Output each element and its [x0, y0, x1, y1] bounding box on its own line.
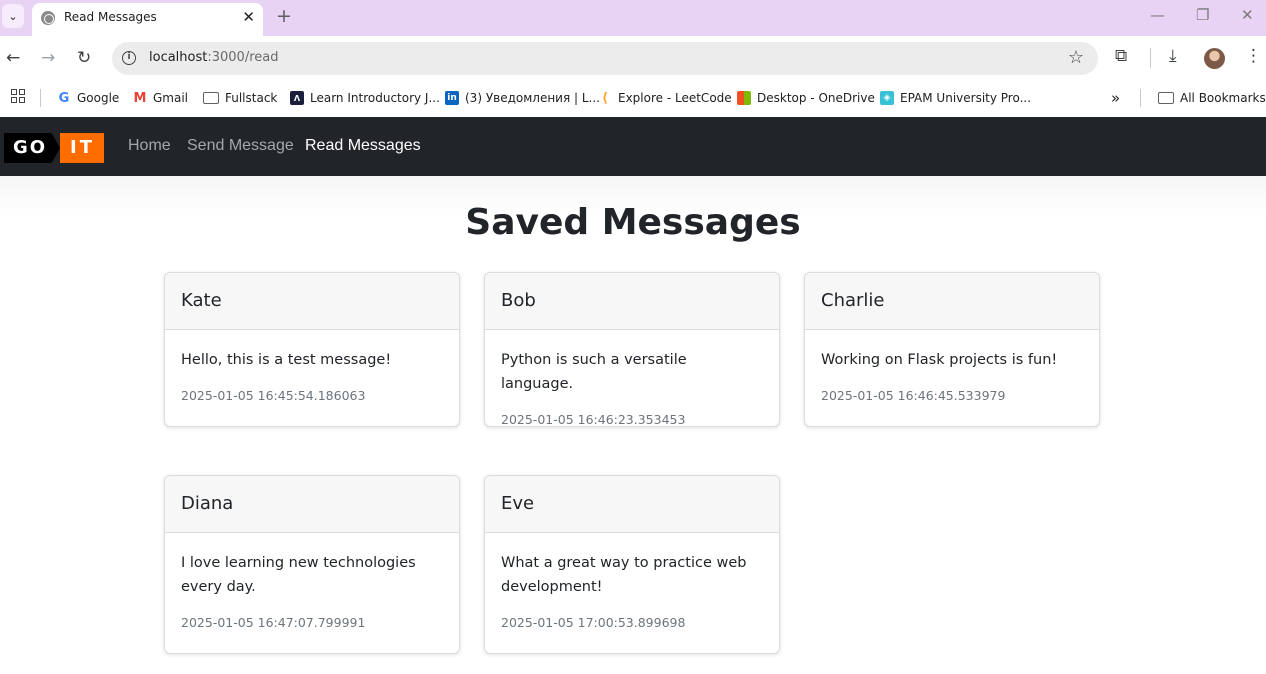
nav-send-message-link[interactable]: Send Message: [187, 137, 294, 155]
bookmark-label: Learn Introductory J...: [310, 91, 440, 105]
download-icon[interactable]: ⤓: [1169, 46, 1177, 66]
url-text[interactable]: localhost:3000/read: [149, 50, 278, 65]
globe-icon: [41, 11, 55, 25]
message-card: Diana I love learning new technologies e…: [164, 475, 460, 654]
apps-grid-icon[interactable]: [11, 89, 25, 103]
message-body: Hello, this is a test message! 2025-01-0…: [165, 330, 459, 403]
tab-search-chevron-icon[interactable]: ⌄: [2, 4, 24, 28]
message-timestamp: 2025-01-05 16:46:45.533979: [821, 388, 1006, 403]
message-body: I love learning new technologies every d…: [165, 533, 459, 630]
message-card: Charlie Working on Flask projects is fun…: [804, 272, 1100, 427]
message-timestamp: 2025-01-05 16:46:23.353453: [501, 412, 686, 427]
gmail-icon: M: [133, 90, 147, 106]
bookmarks-divider: [1140, 89, 1141, 107]
linkedin-icon: in: [445, 91, 459, 105]
bookmark-label: Google: [77, 91, 120, 105]
message-body: Working on Flask projects is fun! 2025-0…: [805, 330, 1099, 403]
folder-icon: [203, 92, 219, 104]
bookmark-google[interactable]: G Google: [57, 88, 120, 108]
message-timestamp: 2025-01-05 16:45:54.186063: [181, 388, 366, 403]
browser-toolbar: ← → ↻ i localhost:3000/read ☆ ⧉ ⤓ ⋮: [0, 36, 1266, 82]
profile-avatar[interactable]: [1204, 48, 1225, 69]
message-text: Python is such a versatile language.: [501, 352, 687, 392]
leetcode-icon: ⟨: [602, 90, 608, 106]
message-text: I love learning new technologies every d…: [181, 555, 416, 595]
message-text: Working on Flask projects is fun!: [821, 352, 1058, 368]
message-body: What a great way to practice web develop…: [485, 533, 779, 630]
tab-title: Read Messages: [64, 10, 157, 24]
message-timestamp: 2025-01-05 16:47:07.799991: [181, 615, 366, 630]
url-host: localhost: [149, 50, 208, 65]
site-navbar: GO IT Home Send Message Read Messages: [0, 117, 1266, 176]
message-body: Python is such a versatile language. 202…: [485, 330, 779, 427]
close-tab-icon[interactable]: ✕: [242, 8, 255, 26]
bookmark-label: EPAM University Pro...: [900, 91, 1032, 105]
bookmark-label: Fullstack: [225, 91, 278, 105]
bookmark-gmail[interactable]: M Gmail: [133, 88, 188, 108]
extensions-puzzle-icon[interactable]: ⧉: [1115, 46, 1127, 66]
nav-home-link[interactable]: Home: [128, 137, 171, 155]
browser-tabstrip: ⌄ Read Messages ✕ + — ❐ ✕: [0, 0, 1266, 36]
message-author: Charlie: [805, 273, 1099, 330]
address-bar[interactable]: i localhost:3000/read ☆: [112, 42, 1098, 75]
tab-read-messages[interactable]: Read Messages ✕: [32, 3, 263, 36]
all-bookmarks-label: All Bookmarks: [1180, 91, 1266, 105]
more-bookmarks-chevron-icon[interactable]: »: [1111, 88, 1120, 108]
bookmarks-divider: [40, 89, 41, 107]
reload-icon[interactable]: ↻: [77, 48, 91, 68]
message-card: Eve What a great way to practice web dev…: [484, 475, 780, 654]
close-window-icon[interactable]: ✕: [1241, 6, 1254, 24]
bookmark-learn[interactable]: Λ Learn Introductory J...: [290, 88, 440, 108]
logo-it-text: IT: [60, 133, 104, 163]
message-author: Bob: [485, 273, 779, 330]
forward-arrow-icon[interactable]: →: [41, 48, 55, 68]
message-author: Kate: [165, 273, 459, 330]
message-card: Kate Hello, this is a test message! 2025…: [164, 272, 460, 427]
toolbar-divider: [1150, 48, 1151, 68]
back-arrow-icon[interactable]: ←: [6, 48, 20, 68]
bookmark-label: (3) Уведомления | L...: [465, 91, 600, 105]
bookmark-label: Gmail: [153, 91, 189, 105]
restore-icon[interactable]: ❐: [1196, 6, 1209, 24]
url-path: :3000/read: [207, 50, 279, 65]
bookmarks-bar: G Google M Gmail Fullstack Λ Learn Intro…: [0, 82, 1266, 116]
bookmark-label: Desktop - OneDrive: [757, 91, 875, 105]
message-author: Diana: [165, 476, 459, 533]
bookmark-onedrive[interactable]: Desktop - OneDrive: [737, 88, 875, 108]
page-title: Saved Messages: [465, 202, 801, 243]
all-bookmarks[interactable]: All Bookmarks: [1158, 88, 1266, 108]
bookmark-label: Explore - LeetCode: [618, 91, 732, 105]
message-author: Eve: [485, 476, 779, 533]
bookmark-star-icon[interactable]: ☆: [1068, 47, 1084, 68]
learn-icon: Λ: [290, 91, 304, 105]
new-tab-plus-icon[interactable]: +: [276, 5, 292, 27]
menu-kebab-icon[interactable]: ⋮: [1245, 46, 1262, 66]
goit-logo[interactable]: GO IT: [4, 133, 104, 163]
epam-icon: ◈: [880, 91, 894, 105]
bookmark-linkedin[interactable]: in (3) Уведомления | L...: [445, 88, 600, 108]
site-info-icon[interactable]: i: [122, 51, 136, 65]
bookmark-leetcode[interactable]: ⟨ Explore - LeetCode: [598, 88, 732, 108]
message-text: Hello, this is a test message!: [181, 352, 392, 368]
microsoft-icon: [737, 91, 751, 105]
message-timestamp: 2025-01-05 17:00:53.899698: [501, 615, 686, 630]
message-text: What a great way to practice web develop…: [501, 555, 747, 595]
folder-icon: [1158, 92, 1174, 104]
nav-read-messages-link[interactable]: Read Messages: [305, 137, 421, 155]
minimize-icon[interactable]: —: [1150, 6, 1165, 24]
logo-go-text: GO: [4, 133, 60, 163]
bookmark-epam[interactable]: ◈ EPAM University Pro...: [880, 88, 1031, 108]
google-icon: G: [58, 90, 70, 106]
bookmark-fullstack[interactable]: Fullstack: [203, 88, 277, 108]
message-card: Bob Python is such a versatile language.…: [484, 272, 780, 427]
